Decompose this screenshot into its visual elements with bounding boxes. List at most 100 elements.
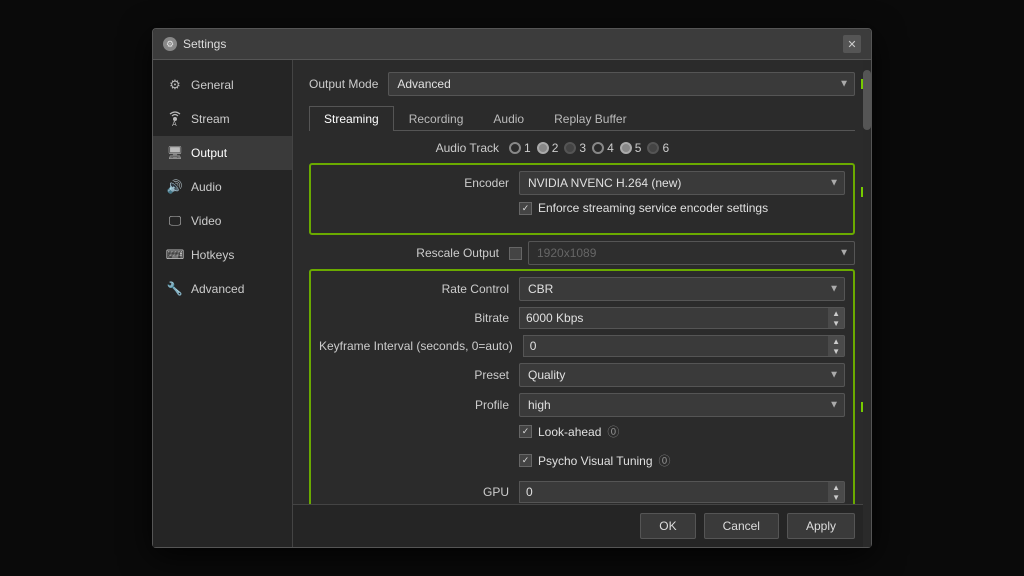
rescale-select[interactable]: 1920x1089 xyxy=(528,241,855,265)
sidebar-label-advanced: Advanced xyxy=(191,282,244,296)
encoder-control: NVIDIA NVENC H.264 (new) ▼ xyxy=(519,171,845,195)
keyframe-spinner: ▲ ▼ xyxy=(828,335,845,357)
sidebar-item-video[interactable]: 🖵 Video xyxy=(153,204,292,238)
gpu-spinner: ▲ ▼ xyxy=(828,481,845,503)
gear-icon: ⚙ xyxy=(167,77,183,93)
sidebar: ⚙ General A Stream 🖥 xyxy=(153,60,293,547)
modal-overlay: ⚙ Settings ✕ ⚙ General xyxy=(0,0,1024,576)
track-5[interactable]: 5 xyxy=(620,141,642,155)
bitrate-row: Bitrate ▲ ▼ xyxy=(319,307,845,329)
encoder-label: Encoder xyxy=(319,176,519,190)
lookahead-checkbox[interactable] xyxy=(519,425,532,438)
track-3[interactable]: 3 xyxy=(564,141,586,155)
app-icon: ⚙ xyxy=(163,37,177,51)
keyframe-label: Keyframe Interval (seconds, 0=auto) xyxy=(319,339,523,353)
main-content: Output Mode Advanced ▼ xyxy=(293,60,871,547)
rescale-control: 1920x1089 ▼ xyxy=(509,241,855,265)
encoder-select[interactable]: NVIDIA NVENC H.264 (new) xyxy=(519,171,845,195)
scrollbar-track[interactable] xyxy=(863,60,871,547)
keyframe-row: Keyframe Interval (seconds, 0=auto) ▲ ▼ xyxy=(319,335,845,357)
lookahead-row: Look-ahead ⓪ xyxy=(319,423,845,446)
radio-5[interactable] xyxy=(620,142,632,154)
bottom-bar: OK Cancel Apply xyxy=(293,504,871,547)
audio-track-row: Audio Track 1 2 xyxy=(309,141,855,155)
preset-label: Preset xyxy=(319,368,519,382)
close-button[interactable]: ✕ xyxy=(843,35,861,53)
gpu-input[interactable] xyxy=(519,481,828,503)
rate-control-row: Rate Control CBR ▼ xyxy=(319,277,845,301)
window-title: Settings xyxy=(183,37,226,51)
tab-streaming[interactable]: Streaming xyxy=(309,106,394,131)
radio-3[interactable] xyxy=(564,142,576,154)
psycho-row: Psycho Visual Tuning ⓪ xyxy=(319,452,845,475)
cancel-button[interactable]: Cancel xyxy=(704,513,779,539)
bitrate-up[interactable]: ▲ xyxy=(828,308,844,318)
content-inner: Output Mode Advanced ▼ xyxy=(293,60,871,504)
track-2[interactable]: 2 xyxy=(537,141,559,155)
rescale-size-wrapper: 1920x1089 ▼ xyxy=(528,241,855,265)
gpu-up[interactable]: ▲ xyxy=(828,482,844,492)
apply-button[interactable]: Apply xyxy=(787,513,855,539)
psycho-help-icon[interactable]: ⓪ xyxy=(659,452,671,469)
profile-wrapper: high ▼ xyxy=(519,393,845,417)
ok-button[interactable]: OK xyxy=(640,513,695,539)
radio-6[interactable] xyxy=(647,142,659,154)
rate-section-wrapper: Rate Control CBR ▼ Bitrate xyxy=(309,269,855,504)
radio-1[interactable] xyxy=(509,142,521,154)
output-mode-label: Output Mode xyxy=(309,77,378,91)
profile-select[interactable]: high xyxy=(519,393,845,417)
bitrate-down[interactable]: ▼ xyxy=(828,318,844,328)
gpu-row: GPU ▲ ▼ xyxy=(319,481,845,503)
output-mode-select[interactable]: Advanced xyxy=(388,72,855,96)
encoder-section: Encoder NVIDIA NVENC H.264 (new) ▼ xyxy=(309,163,855,235)
rescale-checkbox[interactable] xyxy=(509,247,522,260)
monitor-icon: 🖥 xyxy=(167,145,183,161)
bitrate-input[interactable] xyxy=(519,307,828,329)
sidebar-label-stream: Stream xyxy=(191,112,230,126)
bitrate-spinner: ▲ ▼ xyxy=(828,307,845,329)
rescale-row: Rescale Output 1920x1089 ▼ xyxy=(309,241,855,265)
window-body: ⚙ General A Stream 🖥 xyxy=(153,60,871,547)
sidebar-label-output: Output xyxy=(191,146,227,160)
enforce-row: Enforce streaming service encoder settin… xyxy=(319,201,845,221)
tab-audio[interactable]: Audio xyxy=(478,106,539,131)
track-1[interactable]: 1 xyxy=(509,141,531,155)
sidebar-item-general[interactable]: ⚙ General xyxy=(153,68,292,102)
tab-replay-buffer[interactable]: Replay Buffer xyxy=(539,106,642,131)
video-icon: 🖵 xyxy=(167,213,183,229)
radio-4[interactable] xyxy=(592,142,604,154)
enforce-checkbox[interactable] xyxy=(519,202,532,215)
sidebar-item-hotkeys[interactable]: ⌨ Hotkeys xyxy=(153,238,292,272)
sidebar-item-output[interactable]: 🖥 Output xyxy=(153,136,292,170)
rate-control-select[interactable]: CBR xyxy=(519,277,845,301)
keyboard-icon: ⌨ xyxy=(167,247,183,263)
sidebar-label-video: Video xyxy=(191,214,221,228)
psycho-checkbox[interactable] xyxy=(519,454,532,467)
profile-row: Profile high ▼ xyxy=(319,393,845,417)
sidebar-item-advanced[interactable]: 🔧 Advanced xyxy=(153,272,292,306)
preset-select[interactable]: Quality xyxy=(519,363,845,387)
keyframe-control: ▲ ▼ xyxy=(523,335,845,357)
radio-2[interactable] xyxy=(537,142,549,154)
output-mode-wrapper: Advanced ▼ xyxy=(388,72,855,96)
output-mode-row: Output Mode Advanced ▼ xyxy=(309,72,855,96)
psycho-label: Psycho Visual Tuning xyxy=(538,454,653,468)
scrollbar-thumb[interactable] xyxy=(863,70,871,130)
lookahead-help-icon[interactable]: ⓪ xyxy=(607,423,619,440)
preset-row: Preset Quality ▼ xyxy=(319,363,845,387)
tab-recording[interactable]: Recording xyxy=(394,106,479,131)
sidebar-item-audio[interactable]: 🔊 Audio xyxy=(153,170,292,204)
track-6[interactable]: 6 xyxy=(647,141,669,155)
rate-control-label: Rate Control xyxy=(319,282,519,296)
rate-section: Rate Control CBR ▼ Bitrate xyxy=(309,269,855,504)
keyframe-input[interactable] xyxy=(523,335,828,357)
keyframe-down[interactable]: ▼ xyxy=(828,346,844,356)
track-4[interactable]: 4 xyxy=(592,141,614,155)
sidebar-item-stream[interactable]: A Stream xyxy=(153,102,292,136)
lookahead-control: Look-ahead ⓪ xyxy=(519,423,845,440)
rescale-label: Rescale Output xyxy=(309,246,509,260)
keyframe-up[interactable]: ▲ xyxy=(828,336,844,346)
encoder-row: Encoder NVIDIA NVENC H.264 (new) ▼ xyxy=(319,171,845,195)
title-bar-left: ⚙ Settings xyxy=(163,37,226,51)
gpu-down[interactable]: ▼ xyxy=(828,492,844,502)
